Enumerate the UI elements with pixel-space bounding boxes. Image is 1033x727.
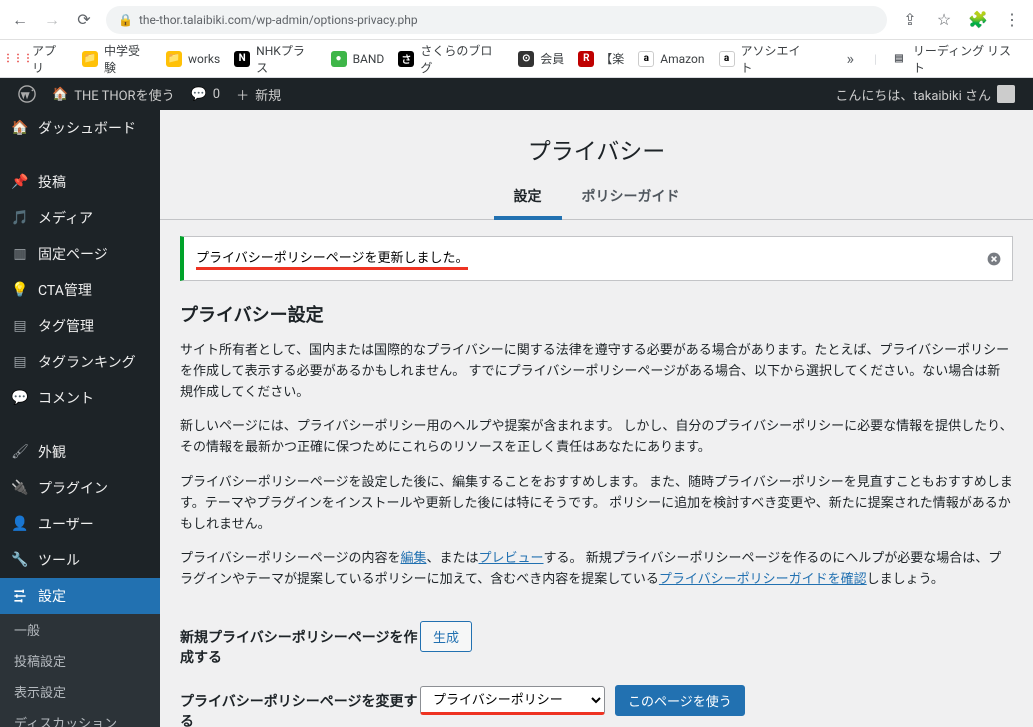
tab-settings[interactable]: 設定 bbox=[494, 176, 562, 220]
bookmark-item[interactable]: aアソシエイト bbox=[719, 42, 813, 76]
page-icon: ▥ bbox=[10, 244, 30, 264]
plus-icon: ＋ bbox=[236, 85, 249, 104]
dismiss-icon[interactable] bbox=[984, 249, 1004, 269]
bookmark-item[interactable]: ●BAND bbox=[331, 51, 385, 67]
menu-icon[interactable]: ⋮ bbox=[1001, 9, 1023, 31]
wp-logo-icon[interactable] bbox=[10, 85, 44, 103]
sidebar-sub-discussion[interactable]: ディスカッション bbox=[0, 707, 160, 727]
media-icon: 🎵 bbox=[10, 208, 30, 228]
sidebar-item-plugins[interactable]: 🔌プラグイン bbox=[0, 470, 160, 506]
bookmark-item[interactable]: 📁works bbox=[166, 51, 220, 67]
bulb-icon: 💡 bbox=[10, 280, 30, 300]
sidebar-sub-writing[interactable]: 投稿設定 bbox=[0, 645, 160, 676]
comment-icon: 💬 bbox=[10, 388, 30, 408]
notice-success: プライバシーポリシーページを更新しました。 bbox=[180, 236, 1013, 281]
notice-message: プライバシーポリシーページを更新しました。 bbox=[196, 247, 468, 270]
paragraph: プライバシーポリシーページの内容を編集、またはプレビューする。 新規プライバシー… bbox=[180, 549, 1013, 591]
sidebar-item-comments[interactable]: 💬コメント bbox=[0, 380, 160, 416]
bookmark-item[interactable]: NNHKプラス bbox=[234, 42, 316, 76]
extension-icon[interactable]: 🧩 bbox=[967, 9, 989, 31]
tabs: 設定 ポリシーガイド bbox=[160, 176, 1033, 220]
sidebar-item-tag-rank[interactable]: ▤タグランキング bbox=[0, 344, 160, 380]
brush-icon: 🖌 bbox=[10, 442, 30, 462]
sidebar-item-posts[interactable]: 📌投稿 bbox=[0, 164, 160, 200]
privacy-page-select[interactable]: プライバシーポリシー bbox=[420, 686, 605, 715]
site-name-link[interactable]: 🏠THE THORを使う bbox=[44, 85, 183, 104]
change-label: プライバシーポリシーページを変更する bbox=[180, 685, 420, 727]
browser-toolbar: ← → ⟳ 🔒 the-thor.talaibiki.com/wp-admin/… bbox=[0, 0, 1033, 40]
paragraph: プライバシーポリシーページを設定した後に、編集することをおすすめします。 また、… bbox=[180, 473, 1013, 535]
preview-link[interactable]: プレビュー bbox=[479, 551, 544, 566]
sidebar-sub-general[interactable]: 一般 bbox=[0, 614, 160, 645]
account-menu[interactable]: こんにちは、takaibiki さん bbox=[827, 85, 1023, 104]
section-heading: プライバシー設定 bbox=[180, 301, 1013, 327]
star-icon[interactable]: ☆ bbox=[933, 9, 955, 31]
tab-guide[interactable]: ポリシーガイド bbox=[562, 176, 700, 220]
back-button[interactable]: ← bbox=[10, 10, 30, 30]
home-icon: 🏠 bbox=[52, 87, 68, 102]
bookmark-item[interactable]: aAmazon bbox=[638, 51, 704, 67]
more-bookmarks-icon[interactable]: » bbox=[840, 49, 860, 68]
new-content-link[interactable]: ＋新規 bbox=[228, 85, 289, 104]
reload-button[interactable]: ⟳ bbox=[74, 10, 94, 30]
avatar bbox=[997, 85, 1015, 103]
sidebar-item-users[interactable]: 👤ユーザー bbox=[0, 506, 160, 542]
sidebar-item-tools[interactable]: 🔧ツール bbox=[0, 542, 160, 578]
pin-icon: 📌 bbox=[10, 172, 30, 192]
edit-link[interactable]: 編集 bbox=[400, 551, 426, 566]
content-area: プライバシー 設定 ポリシーガイド プライバシーポリシーページを更新しました。 … bbox=[160, 110, 1033, 727]
bookmark-item[interactable]: 📁中学受験 bbox=[82, 42, 152, 76]
user-icon: 👤 bbox=[10, 514, 30, 534]
comment-icon: 💬 bbox=[191, 87, 207, 102]
forward-button[interactable]: → bbox=[42, 10, 62, 30]
list-icon: ▤ bbox=[10, 316, 30, 336]
use-page-button[interactable]: このページを使う bbox=[615, 685, 745, 716]
plug-icon: 🔌 bbox=[10, 478, 30, 498]
sidebar-sub-reading[interactable]: 表示設定 bbox=[0, 676, 160, 707]
bookmark-item[interactable]: R【楽 bbox=[578, 50, 624, 67]
sidebar-item-dashboard[interactable]: 🏠ダッシュボード bbox=[0, 110, 160, 146]
bookmark-item[interactable]: ささくらのブログ bbox=[398, 42, 504, 76]
bookmark-item[interactable]: ⋮⋮⋮アプリ bbox=[10, 42, 68, 76]
create-label: 新規プライバシーポリシーページを作成する bbox=[180, 621, 420, 667]
url-text: the-thor.talaibiki.com/wp-admin/options-… bbox=[139, 13, 418, 27]
sidebar-item-media[interactable]: 🎵メディア bbox=[0, 200, 160, 236]
generate-button[interactable]: 生成 bbox=[420, 621, 472, 652]
wrench-icon: 🔧 bbox=[10, 550, 30, 570]
paragraph: 新しいページには、プライバシーポリシー用のヘルプや提案が含まれます。 しかし、自… bbox=[180, 417, 1013, 459]
sidebar-item-tag[interactable]: ▤タグ管理 bbox=[0, 308, 160, 344]
url-bar[interactable]: 🔒 the-thor.talaibiki.com/wp-admin/option… bbox=[106, 6, 887, 34]
wp-admin-bar: 🏠THE THORを使う 💬0 ＋新規 こんにちは、takaibiki さん bbox=[0, 78, 1033, 110]
bookmarks-bar: ⋮⋮⋮アプリ 📁中学受験 📁works NNHKプラス ●BAND ささくらのブ… bbox=[0, 40, 1033, 78]
guide-link[interactable]: プライバシーポリシーガイドを確認 bbox=[659, 572, 867, 587]
sidebar-item-appearance[interactable]: 🖌外観 bbox=[0, 434, 160, 470]
share-icon[interactable]: ⇪ bbox=[899, 9, 921, 31]
lock-icon: 🔒 bbox=[118, 13, 133, 27]
admin-sidebar: 🏠ダッシュボード 📌投稿 🎵メディア ▥固定ページ 💡CTA管理 ▤タグ管理 ▤… bbox=[0, 110, 160, 727]
comments-link[interactable]: 💬0 bbox=[183, 87, 229, 102]
sidebar-item-settings[interactable]: 設定 bbox=[0, 578, 160, 614]
page-title: プライバシー bbox=[160, 110, 1033, 176]
dashboard-icon: 🏠 bbox=[10, 118, 30, 138]
paragraph: サイト所有者として、国内または国際的なプライバシーに関する法律を遵守する必要があ… bbox=[180, 341, 1013, 403]
list-icon: ▤ bbox=[10, 352, 30, 372]
sidebar-item-pages[interactable]: ▥固定ページ bbox=[0, 236, 160, 272]
sliders-icon bbox=[10, 586, 30, 606]
sidebar-item-cta[interactable]: 💡CTA管理 bbox=[0, 272, 160, 308]
reading-list-button[interactable]: ▤リーディング リスト bbox=[891, 42, 1023, 76]
bookmark-item[interactable]: ⊙会員 bbox=[518, 50, 564, 67]
